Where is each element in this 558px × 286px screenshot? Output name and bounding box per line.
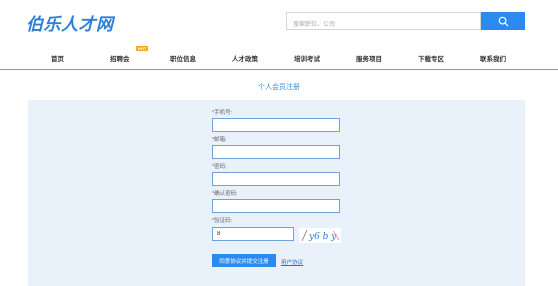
email-field[interactable] [212,145,340,159]
captcha-field[interactable] [212,227,294,241]
site-logo[interactable]: 伯乐人才网 [26,10,114,35]
nav-item-jobs[interactable]: 职位信息 [170,53,196,63]
submit-register-button[interactable]: 同意协议并提交注册 [212,254,276,267]
password-label: *密码: [212,164,227,170]
main-nav: 首页 招聘会 HOT 职位信息 人才政策 培训考试 服务项目 下载专区 联系我们 [0,44,558,70]
user-agreement-link[interactable]: 用户协议 [281,258,303,266]
nav-item-job-fair[interactable]: 招聘会 HOT [110,46,149,63]
phone-label: *手机号: [212,110,233,116]
nav-item-contact[interactable]: 联系我们 [480,53,506,63]
captcha-text: y6 b y [308,232,337,242]
nav-item-label: 招聘会 [110,56,130,63]
confirm-password-label: *确认密码: [212,191,238,197]
nav-item-home[interactable]: 首页 [51,53,64,63]
search-icon [498,16,508,26]
confirm-password-field[interactable] [212,199,340,213]
search-box [286,12,481,33]
email-label: *邮箱: [212,137,227,143]
nav-item-downloads[interactable]: 下载专区 [418,53,444,63]
nav-item-training[interactable]: 培训考试 [294,53,320,63]
site-header: 伯乐人才网 [0,0,558,44]
search-button[interactable] [481,12,525,30]
phone-field[interactable] [212,118,340,132]
nav-item-talent-policy[interactable]: 人才政策 [232,53,258,63]
captcha-label: *验证码: [212,218,233,224]
password-field[interactable] [212,172,340,186]
captcha-image[interactable]: y6 b y [299,228,341,243]
page-title: 个人会员注册 [258,84,300,91]
search-input[interactable] [287,17,480,33]
nav-item-services[interactable]: 服务项目 [356,53,382,63]
hot-badge: HOT [136,46,149,51]
